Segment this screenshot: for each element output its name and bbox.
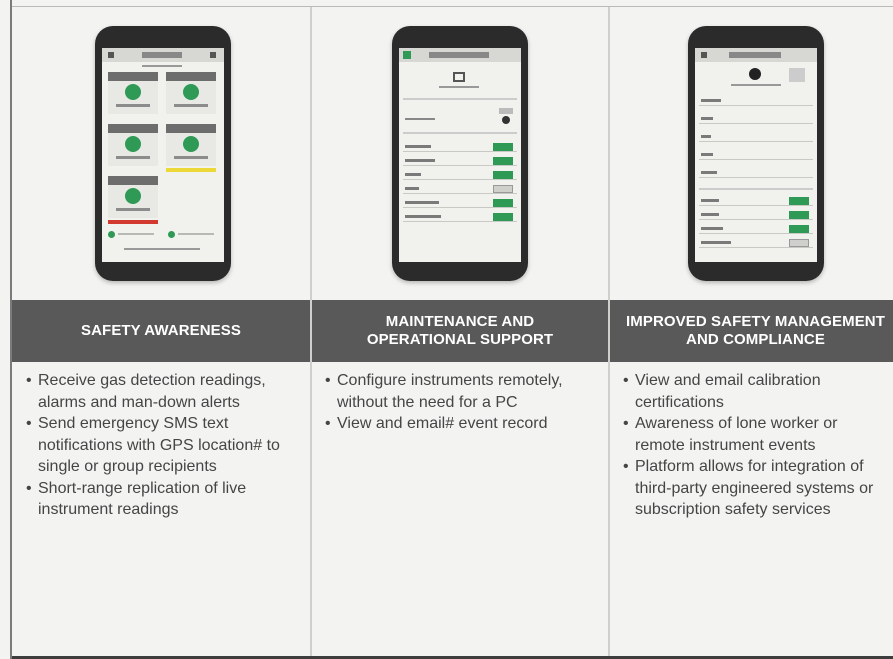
phone-image-area (12, 7, 310, 300)
phone-dashboard-screenshot (95, 26, 231, 281)
column-header-label: IMPROVED SAFETY MANAGEMENT AND COMPLIANC… (625, 313, 885, 348)
feature-list: Configure instruments remotely, without … (312, 370, 608, 435)
column-maintenance-support: MAINTENANCE AND OPERATIONAL SUPPORT Conf… (312, 7, 608, 659)
column-body: Receive gas detection readings, alarms a… (12, 370, 310, 521)
phone-image-area (312, 7, 608, 300)
column-header: IMPROVED SAFETY MANAGEMENT AND COMPLIANC… (610, 300, 893, 362)
list-item: Platform allows for integration of third… (623, 456, 887, 521)
column-body: Configure instruments remotely, without … (312, 370, 608, 435)
list-item: View and email calibration certification… (623, 370, 887, 413)
phone-configuration-screenshot (392, 26, 528, 281)
list-item: Awareness of lone worker or remote instr… (623, 413, 887, 456)
list-item: Receive gas detection readings, alarms a… (26, 370, 302, 413)
feature-list: Receive gas detection readings, alarms a… (12, 370, 310, 521)
column-header-label: SAFETY AWARENESS (81, 322, 241, 339)
column-safety-management: IMPROVED SAFETY MANAGEMENT AND COMPLIANC… (610, 7, 893, 659)
list-item: Configure instruments remotely, without … (325, 370, 594, 413)
list-item: Send emergency SMS text notifications wi… (26, 413, 302, 478)
phone-image-area (610, 7, 893, 300)
list-item: Short-range replication of live instrume… (26, 478, 302, 521)
feature-list: View and email calibration certification… (610, 370, 893, 521)
feature-comparison-table: SAFETY AWARENESS Receive gas detection r… (0, 0, 893, 659)
column-body: View and email calibration certification… (610, 370, 893, 521)
column-header: SAFETY AWARENESS (12, 300, 310, 362)
column-safety-awareness: SAFETY AWARENESS Receive gas detection r… (12, 7, 310, 659)
phone-screen (102, 48, 224, 262)
phone-screen (695, 48, 817, 262)
list-item: View and email# event record (325, 413, 594, 435)
phone-instrument-details-screenshot (688, 26, 824, 281)
phone-screen (399, 48, 521, 262)
column-header-label: MAINTENANCE AND OPERATIONAL SUPPORT (366, 313, 554, 348)
column-header: MAINTENANCE AND OPERATIONAL SUPPORT (312, 300, 608, 362)
